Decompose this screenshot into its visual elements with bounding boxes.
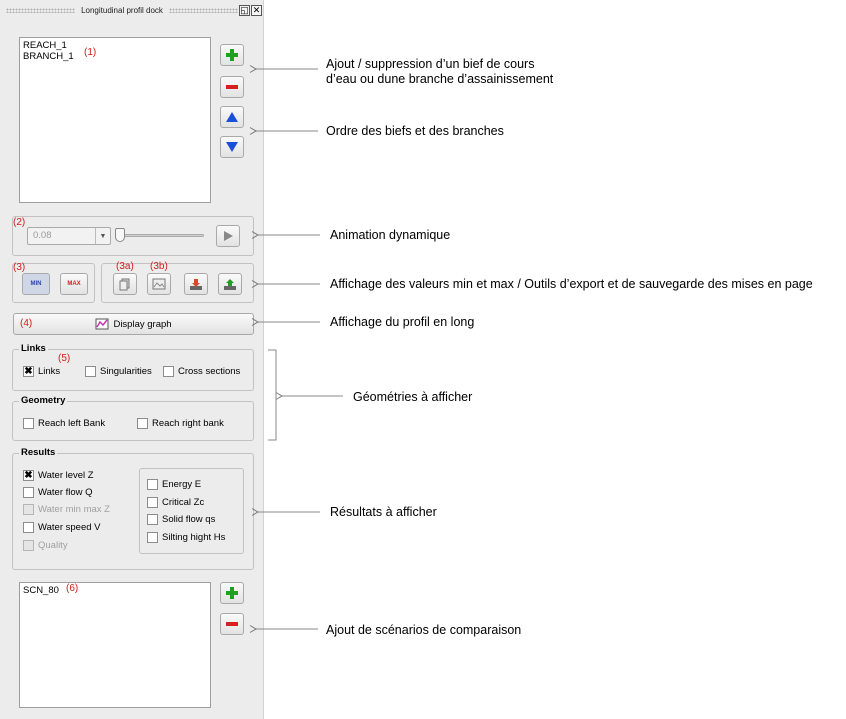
annotation-scenarios: Ajout de scénarios de comparaison <box>326 623 522 637</box>
annotation-display-values: Affichage des valeurs min et max / Outil… <box>330 277 813 291</box>
annotation-geometries: Géométries à afficher <box>353 390 473 404</box>
annotation-animation: Animation dynamique <box>330 228 451 242</box>
marker-4: (4) <box>20 318 33 329</box>
annotation-arrows <box>249 65 343 633</box>
annotation-order: Ordre des biefs et des branches <box>326 124 504 138</box>
annotation-results: Résultats à afficher <box>330 505 437 519</box>
annotation-profile: Affichage du profil en long <box>330 315 475 329</box>
annotation-add-remove-line1: Ajout / suppression d’un bief de cours <box>326 57 535 71</box>
annotation-add-remove-line2: d’eau ou dune branche d’assainissement <box>326 72 554 86</box>
